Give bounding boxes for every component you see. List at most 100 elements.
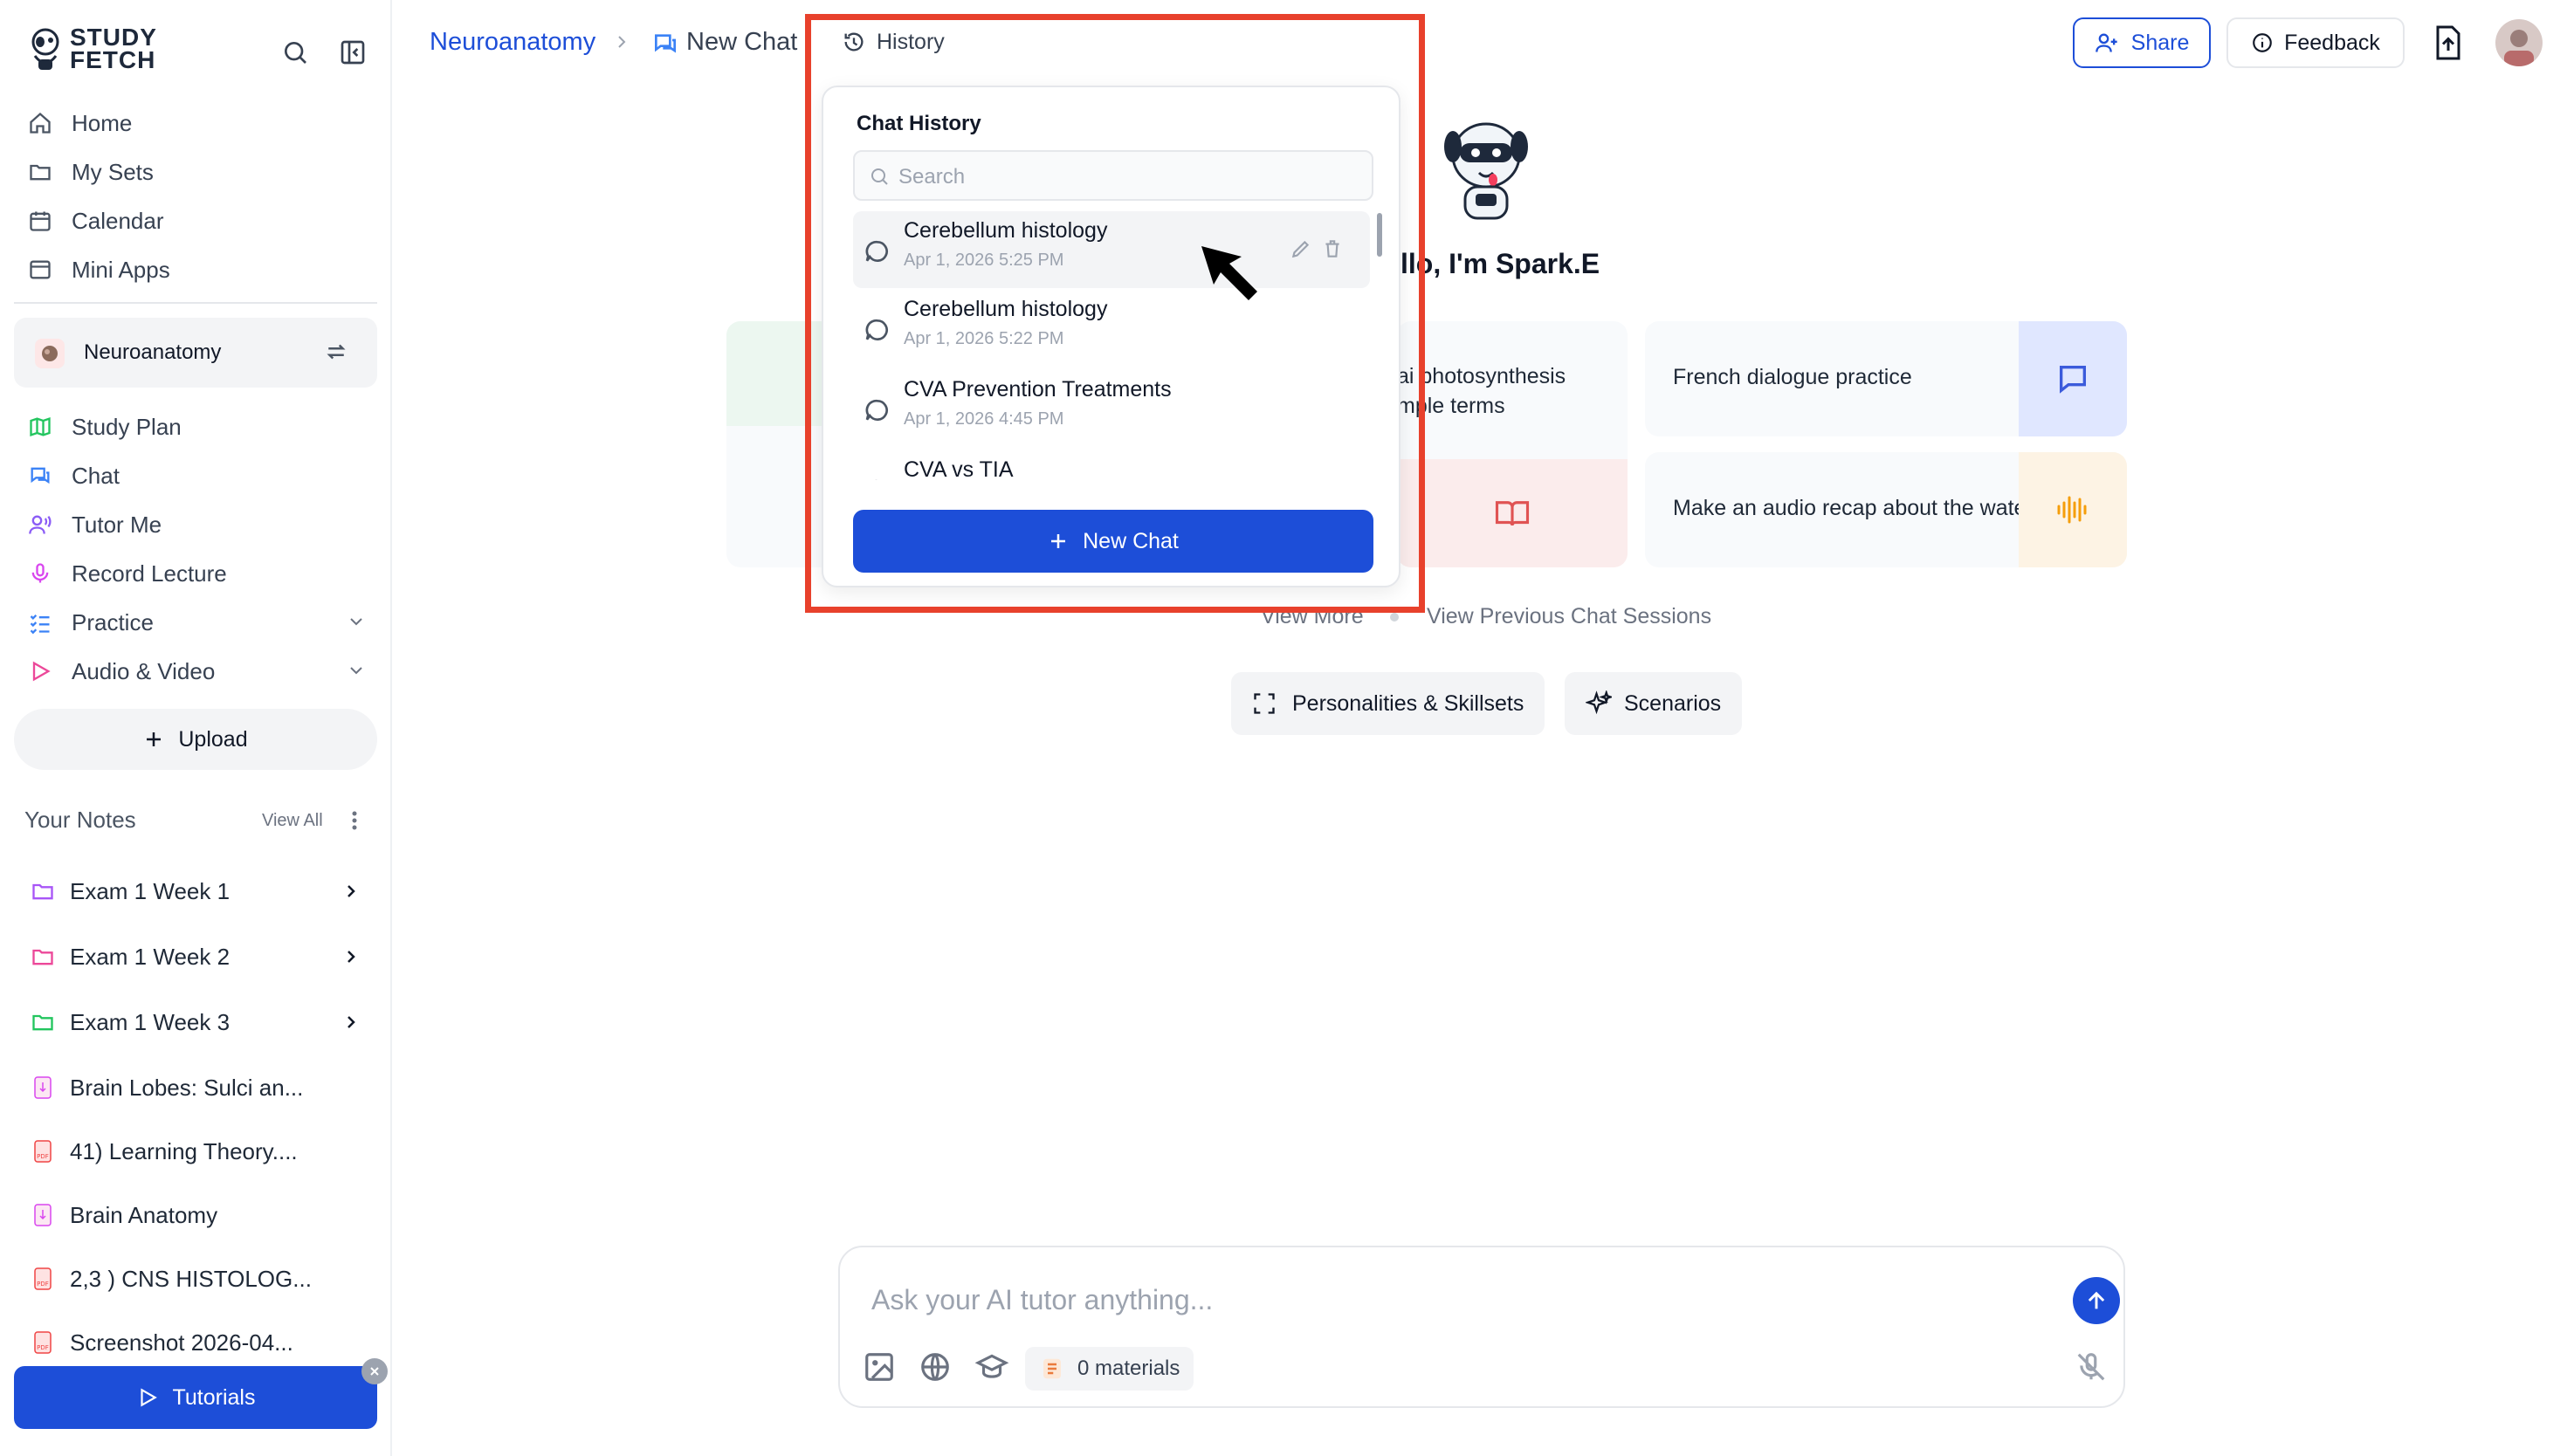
folder-icon bbox=[26, 158, 54, 186]
nav-tutor-me[interactable]: Tutor Me bbox=[26, 503, 162, 546]
history-search-placeholder: Search bbox=[898, 165, 966, 189]
nav-chat[interactable]: Chat bbox=[26, 454, 120, 498]
current-set-selector[interactable]: Neuroanatomy bbox=[14, 318, 377, 388]
logo-text: STUDY FETCH bbox=[70, 24, 157, 73]
chat-bubble-icon bbox=[864, 316, 891, 344]
play-icon bbox=[136, 1386, 159, 1409]
breadcrumb-page: New Chat bbox=[686, 28, 798, 56]
chevron-right-icon[interactable] bbox=[341, 881, 361, 902]
close-tutorials-button[interactable] bbox=[361, 1358, 388, 1384]
more-vertical-icon[interactable] bbox=[346, 808, 363, 833]
file-upload-icon bbox=[2436, 25, 2460, 60]
history-search-field[interactable]: Search bbox=[853, 150, 1373, 201]
tutorials-button[interactable]: Tutorials bbox=[14, 1366, 377, 1429]
personalities-skillsets-button[interactable]: Personalities & Skillsets bbox=[1231, 672, 1545, 735]
mini-apps-icon bbox=[26, 256, 54, 284]
chevron-right-icon[interactable] bbox=[341, 946, 361, 967]
tutor-mode-button[interactable] bbox=[974, 1350, 1009, 1384]
view-all-link[interactable]: View All bbox=[262, 811, 323, 831]
materials-icon bbox=[1039, 1356, 1065, 1382]
chevron-right-icon[interactable] bbox=[341, 1012, 361, 1033]
search-icon bbox=[285, 42, 306, 64]
breadcrumb-set[interactable]: Neuroanatomy bbox=[430, 28, 595, 57]
note-brain-anatomy[interactable]: Brain Anatomy bbox=[30, 1193, 361, 1237]
plus-icon bbox=[143, 729, 164, 750]
pdf-icon: PDF bbox=[30, 1329, 56, 1356]
share-button[interactable]: Share bbox=[2073, 17, 2211, 68]
image-icon bbox=[865, 1353, 893, 1381]
new-chat-button[interactable]: New Chat bbox=[853, 510, 1373, 573]
sidebar-divider bbox=[14, 302, 377, 304]
chat-bubble-icon bbox=[864, 237, 891, 265]
history-item[interactable]: Cerebellum histology Apr 1, 2026 5:22 PM bbox=[853, 290, 1370, 367]
history-item[interactable]: CVA Prevention Treatments Apr 1, 2026 4:… bbox=[853, 370, 1370, 447]
edit-icon[interactable] bbox=[1290, 237, 1312, 260]
chat-input-box: Ask your AI tutor anything... 0 material… bbox=[838, 1246, 2125, 1408]
brain-icon bbox=[35, 339, 65, 368]
nav-study-plan[interactable]: Study Plan bbox=[26, 405, 182, 449]
suggestion-card-photosynthesis[interactable]: ai photosynthesis mple terms bbox=[1397, 321, 1628, 567]
chevron-down-icon[interactable] bbox=[346, 660, 367, 681]
collapse-sidebar-button[interactable] bbox=[334, 33, 372, 72]
history-scrollbar[interactable] bbox=[1377, 213, 1382, 257]
scenarios-button[interactable]: Scenarios bbox=[1565, 672, 1743, 735]
nav-audio-video[interactable]: Audio & Video bbox=[26, 649, 367, 693]
tutor-icon bbox=[26, 511, 54, 539]
note-folder-exam1-week3[interactable]: Exam 1 Week 3 bbox=[30, 1000, 361, 1044]
history-item[interactable]: CVA vs TIA bbox=[853, 450, 1370, 480]
calendar-icon bbox=[26, 207, 54, 235]
audio-file-icon bbox=[30, 1202, 56, 1228]
search-icon bbox=[869, 166, 890, 187]
note-folder-exam1-week2[interactable]: Exam 1 Week 2 bbox=[30, 935, 361, 979]
web-search-button[interactable] bbox=[919, 1350, 952, 1384]
microphone-off-button[interactable] bbox=[2075, 1350, 2108, 1384]
note-folder-exam1-week1[interactable]: Exam 1 Week 1 bbox=[30, 869, 361, 913]
plus-icon bbox=[1048, 531, 1069, 552]
image-upload-button[interactable] bbox=[863, 1350, 896, 1384]
nav-home[interactable]: Home bbox=[26, 101, 132, 145]
history-list: Cerebellum histology Apr 1, 2026 5:25 PM… bbox=[853, 211, 1377, 480]
view-more-link[interactable]: View More bbox=[1261, 604, 1364, 629]
info-icon bbox=[2251, 31, 2274, 54]
trash-icon[interactable] bbox=[1321, 237, 1344, 260]
view-previous-sessions-link[interactable]: View Previous Chat Sessions bbox=[1427, 604, 1711, 629]
chat-bubble-icon bbox=[864, 477, 891, 480]
history-item[interactable]: Cerebellum histology Apr 1, 2026 5:25 PM bbox=[853, 211, 1370, 288]
book-icon bbox=[1397, 459, 1628, 567]
search-button[interactable] bbox=[276, 33, 314, 72]
svg-text:PDF: PDF bbox=[37, 1153, 49, 1160]
suggestion-card-french[interactable]: French dialogue practice bbox=[1645, 321, 2127, 436]
nav-practice[interactable]: Practice bbox=[26, 601, 367, 644]
app-logo[interactable]: STUDY FETCH bbox=[26, 24, 157, 73]
materials-button[interactable]: 0 materials bbox=[1025, 1347, 1194, 1391]
nav-mini-apps[interactable]: Mini Apps bbox=[26, 248, 170, 292]
svg-text:PDF: PDF bbox=[37, 1281, 49, 1288]
upload-button[interactable]: Upload bbox=[14, 709, 377, 770]
history-tab[interactable]: History bbox=[877, 30, 945, 55]
send-button[interactable] bbox=[2073, 1277, 2120, 1324]
chat-input[interactable]: Ask your AI tutor anything... bbox=[871, 1284, 1213, 1316]
swap-icon[interactable] bbox=[323, 339, 349, 365]
current-set-name: Neuroanatomy bbox=[84, 340, 222, 364]
microphone-icon bbox=[26, 560, 54, 587]
map-icon bbox=[26, 413, 54, 441]
avatar[interactable] bbox=[2495, 19, 2543, 66]
greeting-heading: llo, I'm Spark.E bbox=[1400, 248, 1600, 279]
dog-mascot-icon bbox=[31, 28, 59, 70]
nav-my-sets[interactable]: My Sets bbox=[26, 150, 154, 194]
history-icon bbox=[842, 30, 866, 54]
close-icon bbox=[370, 1367, 379, 1376]
feedback-button[interactable]: Feedback bbox=[2226, 17, 2405, 68]
export-file-button[interactable] bbox=[2433, 24, 2464, 61]
chevron-down-icon[interactable] bbox=[346, 611, 367, 632]
nav-record-lecture[interactable]: Record Lecture bbox=[26, 552, 227, 595]
arrow-up-icon bbox=[2088, 1291, 2105, 1309]
note-brain-lobes[interactable]: Brain Lobes: Sulci an... bbox=[30, 1066, 361, 1109]
nav-calendar[interactable]: Calendar bbox=[26, 199, 164, 243]
note-cns-histology[interactable]: PDF 2,3 ) CNS HISTOLOG... bbox=[30, 1257, 361, 1301]
pdf-icon: PDF bbox=[30, 1138, 56, 1164]
audio-wave-icon bbox=[2019, 452, 2127, 567]
note-screenshot[interactable]: PDF Screenshot 2026-04... bbox=[30, 1321, 361, 1364]
suggestion-card-water-cycle[interactable]: Make an audio recap about the water cycl… bbox=[1645, 452, 2127, 567]
note-learning-theory[interactable]: PDF 41) Learning Theory.... bbox=[30, 1130, 361, 1173]
